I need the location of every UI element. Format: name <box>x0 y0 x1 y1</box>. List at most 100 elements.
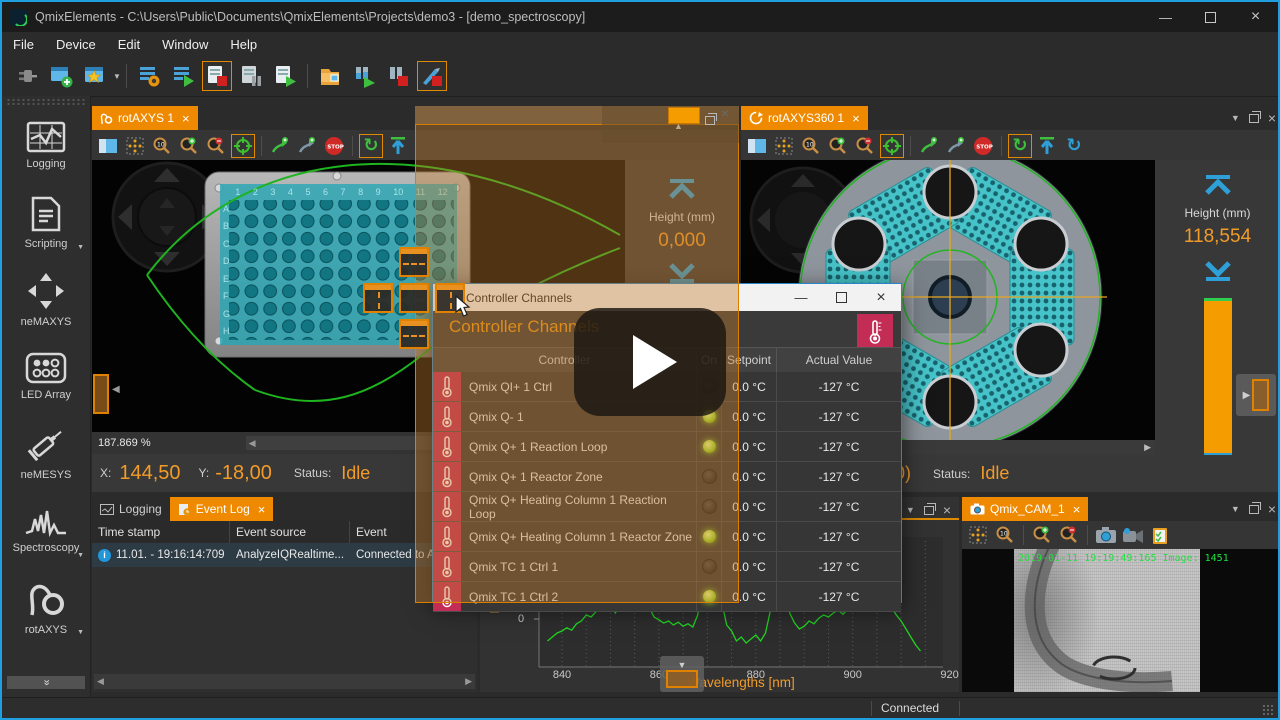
dialog-minimize-button[interactable]: — <box>781 284 821 311</box>
close-panel-icon[interactable]: × <box>721 105 729 121</box>
zoom-out-icon[interactable] <box>1057 523 1081 547</box>
float-panel-icon[interactable] <box>1248 110 1261 123</box>
sidebar-grip[interactable] <box>6 98 86 105</box>
maximize-button[interactable] <box>1188 2 1233 32</box>
column-header[interactable]: Actual Value <box>776 348 901 372</box>
move-to-target-icon[interactable] <box>880 133 904 158</box>
tab-logging[interactable]: Logging <box>92 497 170 521</box>
menu-window[interactable]: Window <box>151 37 219 52</box>
close-icon[interactable]: × <box>852 111 860 126</box>
add-waypoint-icon[interactable] <box>917 134 941 158</box>
fit-view-icon[interactable] <box>966 523 990 547</box>
zoom-out-icon[interactable] <box>853 134 877 158</box>
zoom-in-icon[interactable] <box>826 134 850 158</box>
close-icon[interactable]: × <box>258 502 266 517</box>
script-record-icon[interactable] <box>201 61 232 91</box>
sidebar-collapse-button[interactable]: » <box>7 676 85 689</box>
panel-settings-icon[interactable] <box>745 134 769 158</box>
dosing-record-icon[interactable] <box>383 61 413 91</box>
rotate-table-icon[interactable]: ↻ <box>1062 134 1086 158</box>
sidebar-item-spectroscopy[interactable]: Spectroscopy ▼ <box>2 492 90 569</box>
new-window-icon[interactable] <box>46 61 76 91</box>
panel-menu-icon[interactable]: ▼ <box>1231 504 1240 514</box>
scroll-left-icon[interactable]: ◀ <box>97 676 104 687</box>
dialog-close-button[interactable]: × <box>861 284 901 311</box>
script-play-icon[interactable] <box>270 61 300 91</box>
dialog-maximize-button[interactable] <box>821 284 861 311</box>
camera-view[interactable]: 2019-01-11 19:19:49:165 Image: 1451 <box>962 549 1278 692</box>
chevron-down-icon[interactable]: ▼ <box>77 552 84 559</box>
dock-indicator-center[interactable] <box>399 283 429 313</box>
sidebar-item-logging[interactable]: Logging <box>2 107 90 184</box>
home-position-icon[interactable]: ↻ <box>359 133 383 158</box>
tab-qmix-cam[interactable]: Qmix_CAM_1 × <box>962 497 1089 521</box>
close-panel-icon[interactable]: × <box>1268 501 1276 517</box>
sidebar-item-led-array[interactable]: LED Array <box>2 338 90 415</box>
chevron-down-icon[interactable]: ▼ <box>77 629 84 636</box>
column-header[interactable]: Time stamp <box>92 521 230 543</box>
panel-menu-icon[interactable]: ▼ <box>1231 113 1240 123</box>
sidebar-item-nemesys[interactable]: neMESYS <box>2 415 90 492</box>
zoom-out-icon[interactable] <box>204 134 228 158</box>
media-folder-icon[interactable] <box>315 61 345 91</box>
video-play-button[interactable] <box>574 308 726 416</box>
chevron-down-icon[interactable]: ▼ <box>77 244 84 251</box>
tab-rotaxys360[interactable]: rotAXYS360 1 × <box>741 106 868 130</box>
image-settings-icon[interactable] <box>1148 523 1172 547</box>
column-header[interactable]: Event source <box>230 521 350 543</box>
dock-indicator-bottom[interactable] <box>399 319 429 349</box>
close-panel-icon[interactable]: × <box>1268 110 1276 126</box>
insert-waypoint-icon[interactable] <box>295 134 319 158</box>
zoom-in-icon[interactable] <box>177 134 201 158</box>
resize-grip[interactable] <box>1262 704 1274 716</box>
home-position-icon[interactable]: ↻ <box>1008 133 1032 158</box>
fit-view-icon[interactable] <box>123 134 147 158</box>
insert-waypoint-icon[interactable] <box>944 134 968 158</box>
menu-help[interactable]: Help <box>219 37 268 52</box>
zoom-100-icon[interactable]: 10 <box>799 134 823 158</box>
panel-settings-icon[interactable] <box>96 134 120 158</box>
zoom-100-icon[interactable]: 10 <box>150 134 174 158</box>
close-icon[interactable]: × <box>182 111 190 126</box>
lift-bottom-icon[interactable] <box>1203 260 1233 282</box>
dock-indicator-left[interactable] <box>363 283 393 313</box>
manual-record-icon[interactable] <box>416 61 447 91</box>
sidebar-item-nemaxys[interactable]: neMAXYS <box>2 261 90 338</box>
fit-view-icon[interactable] <box>772 134 796 158</box>
tab-event-log[interactable]: Event Log × <box>169 497 274 521</box>
menu-file[interactable]: File <box>2 37 45 52</box>
stop-icon[interactable]: STOP <box>971 134 995 158</box>
add-waypoint-icon[interactable] <box>268 134 292 158</box>
height-slider[interactable] <box>1204 298 1232 455</box>
scroll-left-icon[interactable]: ◀ <box>249 438 256 449</box>
sidebar-item-rotaxys[interactable]: rotAXYS ▼ <box>2 569 90 646</box>
scroll-right-icon[interactable]: ▶ <box>1144 442 1151 453</box>
close-button[interactable]: × <box>1233 2 1278 32</box>
float-panel-icon[interactable] <box>705 113 717 125</box>
dock-indicator-top[interactable] <box>399 247 429 277</box>
sidebar-item-scripting[interactable]: Scripting ▼ <box>2 184 90 261</box>
menu-device[interactable]: Device <box>45 37 107 52</box>
snapshot-icon[interactable] <box>1094 523 1118 547</box>
connect-icon[interactable] <box>12 61 42 91</box>
lift-up-icon[interactable] <box>386 134 410 158</box>
lift-top-icon[interactable] <box>1203 174 1233 196</box>
zoom-in-icon[interactable] <box>1030 523 1054 547</box>
tab-rotaxys1[interactable]: rotAXYS 1 × <box>92 106 198 130</box>
move-to-target-icon[interactable] <box>231 133 255 158</box>
record-video-icon[interactable] <box>1121 523 1145 547</box>
script-settings-icon[interactable] <box>134 61 164 91</box>
script-run-icon[interactable] <box>168 61 198 91</box>
dosing-start-icon[interactable] <box>349 61 379 91</box>
horizontal-scrollbar[interactable]: ◀ ▶ <box>94 674 475 689</box>
lift-up-icon[interactable] <box>1035 134 1059 158</box>
menu-edit[interactable]: Edit <box>107 37 151 52</box>
favorites-dropdown-icon[interactable]: ▼ <box>113 72 121 81</box>
zoom-100-icon[interactable]: 10 <box>993 523 1017 547</box>
float-panel-icon[interactable] <box>1248 501 1261 514</box>
scroll-right-icon[interactable]: ▶ <box>465 676 472 687</box>
dock-edge-bottom[interactable]: ▼ <box>660 656 704 692</box>
stop-icon[interactable]: STOP <box>322 134 346 158</box>
close-icon[interactable]: × <box>1073 502 1081 517</box>
minimize-button[interactable]: — <box>1143 2 1188 32</box>
